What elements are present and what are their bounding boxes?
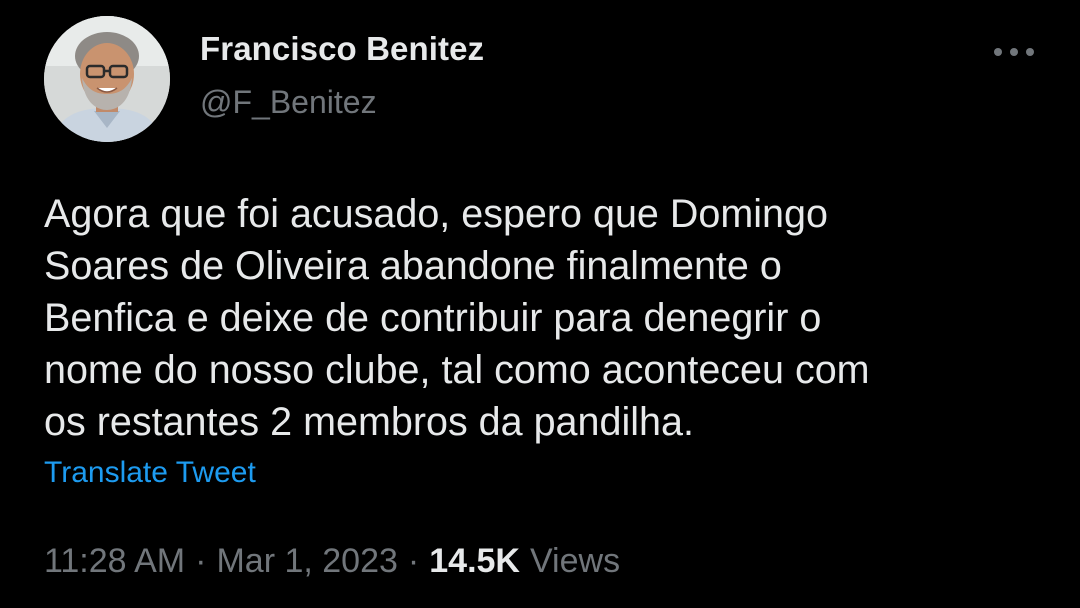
avatar-image — [44, 16, 170, 142]
views-count[interactable]: 14.5K — [429, 542, 520, 581]
tweet-text-line: os restantes 2 membros da pandilha. — [44, 400, 694, 444]
avatar[interactable] — [44, 16, 170, 142]
tweet-meta: 11:28 AM · Mar 1, 2023 · 14.5K Views — [44, 542, 620, 581]
views-label[interactable]: Views — [530, 542, 620, 581]
meta-separator: · — [195, 542, 207, 580]
tweet-text-line: Soares de Oliveira abandone finalmente o — [44, 244, 782, 288]
tweet-text: Agora que foi acusado, espero que Doming… — [44, 188, 1044, 448]
tweet-text-line: Benfica e deixe de contribuir para deneg… — [44, 296, 822, 340]
more-options-button[interactable] — [988, 36, 1040, 68]
tweet-date[interactable]: Mar 1, 2023 — [216, 542, 397, 581]
tweet-text-line: nome do nosso clube, tal como aconteceu … — [44, 348, 870, 392]
meta-separator: · — [407, 542, 420, 580]
tweet-time[interactable]: 11:28 AM — [44, 542, 185, 581]
tweet-card: Francisco Benitez @F_Benitez Agora que f… — [0, 0, 1080, 608]
tweet-text-line: Agora que foi acusado, espero que Doming… — [44, 192, 828, 236]
more-horizontal-icon — [994, 48, 1034, 56]
author-name[interactable]: Francisco Benitez — [200, 30, 484, 68]
translate-tweet-link[interactable]: Translate Tweet — [44, 456, 256, 490]
author-handle[interactable]: @F_Benitez — [200, 84, 377, 121]
